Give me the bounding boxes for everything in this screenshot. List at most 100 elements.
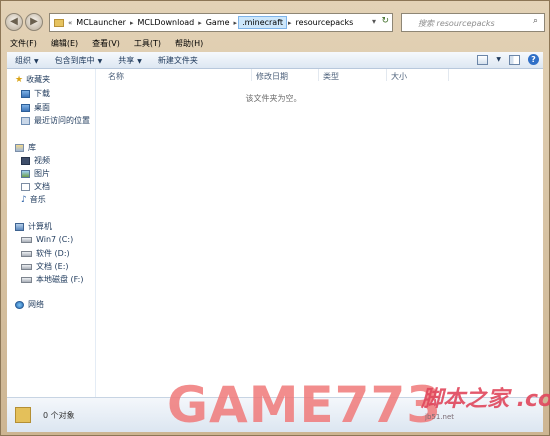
breadcrumb-mclauncher[interactable]: MCLauncher bbox=[73, 18, 129, 27]
sidebar-item-desktop[interactable]: 桌面 bbox=[21, 102, 50, 113]
organize-label: 组织 bbox=[15, 55, 31, 65]
breadcrumb-resourcepacks[interactable]: resourcepacks bbox=[293, 18, 357, 27]
breadcrumb-game[interactable]: Game bbox=[203, 18, 233, 27]
sidebar-item-label: 文档 (E:) bbox=[36, 262, 69, 271]
organize-button[interactable]: 组织 ▼ bbox=[7, 55, 47, 66]
watermark-logo: GAME773 bbox=[167, 377, 442, 433]
column-header-modified[interactable]: 修改日期 bbox=[256, 71, 288, 82]
column-divider[interactable] bbox=[318, 69, 319, 81]
watermark-logo-text: GAME773 bbox=[167, 376, 443, 434]
file-list[interactable]: 名称 修改日期 类型 大小 该文件夹为空。 bbox=[96, 69, 543, 397]
column-divider[interactable] bbox=[251, 69, 252, 81]
sidebar-item-downloads[interactable]: 下载 bbox=[21, 88, 50, 99]
navigation-row: ◀ ▶ « MCLauncher ▸ MCLDownload ▸ Game ▸ … bbox=[5, 11, 545, 35]
help-icon[interactable]: ? bbox=[528, 54, 539, 65]
menu-tools[interactable]: 工具(T) bbox=[125, 37, 166, 51]
folder-icon bbox=[54, 18, 64, 27]
star-icon: ★ bbox=[15, 74, 24, 85]
sidebar-item-label: 音乐 bbox=[29, 195, 46, 204]
sidebar-item-label: Win7 (C:) bbox=[36, 235, 74, 244]
menu-bar: 文件(F) 编辑(E) 查看(V) 工具(T) 帮助(H) bbox=[1, 37, 549, 51]
column-divider[interactable] bbox=[448, 69, 449, 81]
menu-edit[interactable]: 编辑(E) bbox=[42, 37, 83, 51]
column-divider[interactable] bbox=[386, 69, 387, 81]
sidebar-group-label: 网络 bbox=[28, 300, 44, 309]
sidebar-item-documents[interactable]: 文档 bbox=[21, 181, 50, 192]
explorer-window: ◀ ▶ « MCLauncher ▸ MCLDownload ▸ Game ▸ … bbox=[0, 0, 550, 436]
drive-icon bbox=[21, 250, 32, 257]
sidebar-item-videos[interactable]: 视频 bbox=[21, 155, 50, 166]
download-folder-icon bbox=[21, 89, 30, 98]
include-in-library-button[interactable]: 包含到库中 ▼ bbox=[47, 55, 111, 66]
sidebar-item-label: 最近访问的位置 bbox=[34, 116, 90, 125]
library-icon bbox=[15, 143, 24, 152]
sidebar-item-drive-e[interactable]: 文档 (E:) bbox=[21, 261, 69, 272]
recent-places-icon bbox=[21, 116, 30, 125]
menu-file[interactable]: 文件(F) bbox=[1, 37, 42, 51]
search-input[interactable]: 搜索 resourcepacks bbox=[401, 13, 545, 32]
watermark-subtext: jb51.net bbox=[425, 413, 455, 421]
sidebar-item-label: 图片 bbox=[34, 169, 50, 178]
search-icon[interactable]: ⌕ bbox=[533, 16, 541, 26]
breadcrumb-mcldownload[interactable]: MCLDownload bbox=[134, 18, 197, 27]
desktop-icon bbox=[21, 103, 30, 112]
chevron-down-icon: ▼ bbox=[34, 57, 39, 65]
sidebar-group-libraries[interactable]: 库 bbox=[15, 142, 36, 153]
back-button[interactable]: ◀ bbox=[5, 13, 23, 31]
computer-icon bbox=[15, 222, 24, 231]
empty-folder-message: 该文件夹为空。 bbox=[245, 94, 302, 103]
drive-icon bbox=[21, 263, 32, 270]
sidebar-group-computer[interactable]: 计算机 bbox=[15, 221, 52, 232]
sidebar-item-label: 下载 bbox=[34, 89, 50, 98]
view-options-icon[interactable] bbox=[477, 54, 489, 65]
folder-icon bbox=[15, 407, 31, 423]
command-bar: 组织 ▼ 包含到库中 ▼ 共享 ▼ 新建文件夹 ▼ ? bbox=[7, 52, 543, 69]
sidebar-group-favorites[interactable]: ★ 收藏夹 bbox=[15, 74, 50, 85]
sidebar-item-label: 桌面 bbox=[34, 103, 50, 112]
document-icon bbox=[21, 182, 30, 191]
item-count: 0 个对象 bbox=[43, 411, 75, 420]
menu-help[interactable]: 帮助(H) bbox=[166, 37, 208, 51]
content-area: ★ 收藏夹 下载 桌面 最近访问的位置 库 视频 图片 文档 ♪ 音乐 计算机 … bbox=[7, 69, 543, 397]
picture-icon bbox=[21, 169, 30, 178]
toolbar-right: ▼ ? bbox=[477, 54, 539, 65]
column-header-type[interactable]: 类型 bbox=[323, 71, 339, 82]
sidebar-item-recent-places[interactable]: 最近访问的位置 bbox=[21, 115, 90, 126]
sidebar-item-label: 本地磁盘 (F:) bbox=[36, 275, 84, 284]
new-folder-button[interactable]: 新建文件夹 bbox=[150, 55, 206, 66]
drive-icon bbox=[21, 236, 32, 243]
sidebar-group-label: 收藏夹 bbox=[26, 75, 51, 84]
drive-icon bbox=[21, 276, 32, 283]
watermark-site: 脚本之家 .com bbox=[421, 387, 550, 412]
forward-button[interactable]: ▶ bbox=[25, 13, 43, 31]
refresh-icon[interactable]: ↻ bbox=[381, 16, 389, 26]
menu-view[interactable]: 查看(V) bbox=[83, 37, 125, 51]
video-icon bbox=[21, 156, 30, 165]
chevron-down-icon: ▼ bbox=[137, 57, 142, 65]
sidebar-group-label: 库 bbox=[28, 143, 36, 152]
sidebar-group-label: 计算机 bbox=[28, 222, 52, 231]
network-icon bbox=[15, 300, 24, 309]
sidebar-item-drive-f[interactable]: 本地磁盘 (F:) bbox=[21, 274, 83, 285]
sidebar-item-drive-c[interactable]: Win7 (C:) bbox=[21, 235, 73, 244]
music-note-icon: ♪ bbox=[21, 194, 27, 205]
sidebar-group-network[interactable]: 网络 bbox=[15, 299, 44, 310]
chevron-down-icon: ▼ bbox=[97, 57, 103, 65]
chevron-down-icon[interactable]: ▾ bbox=[372, 17, 376, 26]
sidebar-item-label: 文档 bbox=[34, 182, 50, 191]
address-bar[interactable]: « MCLauncher ▸ MCLDownload ▸ Game ▸ .min… bbox=[49, 13, 393, 32]
sidebar-item-drive-d[interactable]: 软件 (D:) bbox=[21, 248, 70, 259]
share-button[interactable]: 共享 ▼ bbox=[110, 55, 150, 66]
chevron-down-icon[interactable]: ▼ bbox=[496, 56, 501, 63]
column-header-name[interactable]: 名称 bbox=[108, 71, 124, 82]
column-header-size[interactable]: 大小 bbox=[391, 71, 407, 82]
sidebar-item-music[interactable]: ♪ 音乐 bbox=[21, 194, 46, 205]
preview-pane-icon[interactable] bbox=[509, 54, 520, 65]
navigation-pane: ★ 收藏夹 下载 桌面 最近访问的位置 库 视频 图片 文档 ♪ 音乐 计算机 … bbox=[7, 69, 95, 397]
sidebar-item-label: 视频 bbox=[34, 156, 50, 165]
sidebar-item-pictures[interactable]: 图片 bbox=[21, 168, 50, 179]
sidebar-item-label: 软件 (D:) bbox=[36, 249, 70, 258]
breadcrumb-minecraft[interactable]: .minecraft bbox=[238, 16, 288, 29]
share-label: 共享 bbox=[118, 55, 135, 65]
include-in-library-label: 包含到库中 bbox=[54, 55, 95, 65]
